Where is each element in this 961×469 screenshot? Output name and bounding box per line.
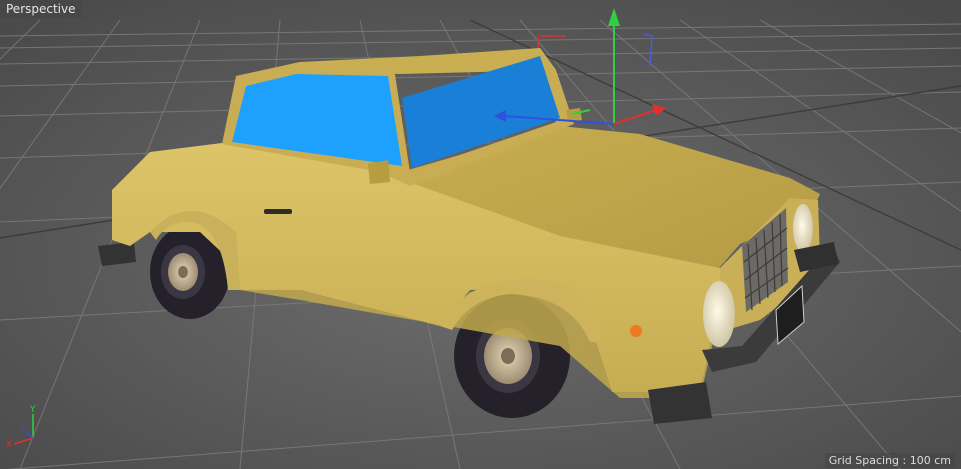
headlight-left [703, 281, 735, 347]
side-mirror [368, 160, 390, 184]
axis-z-label: Z [20, 425, 26, 435]
scene-canvas[interactable]: Y X Z [0, 0, 961, 469]
turn-signal [630, 325, 642, 337]
door-handle [264, 209, 292, 214]
3d-viewport[interactable]: Y X Z Perspective Grid Spacing : 100 cm [0, 0, 961, 469]
headlight-right [793, 204, 813, 252]
axis-y-label: Y [29, 405, 36, 415]
grid-spacing-readout: Grid Spacing : 100 cm [824, 453, 955, 468]
axis-x-label: X [6, 440, 12, 450]
viewport-camera-label[interactable]: Perspective [0, 0, 82, 18]
